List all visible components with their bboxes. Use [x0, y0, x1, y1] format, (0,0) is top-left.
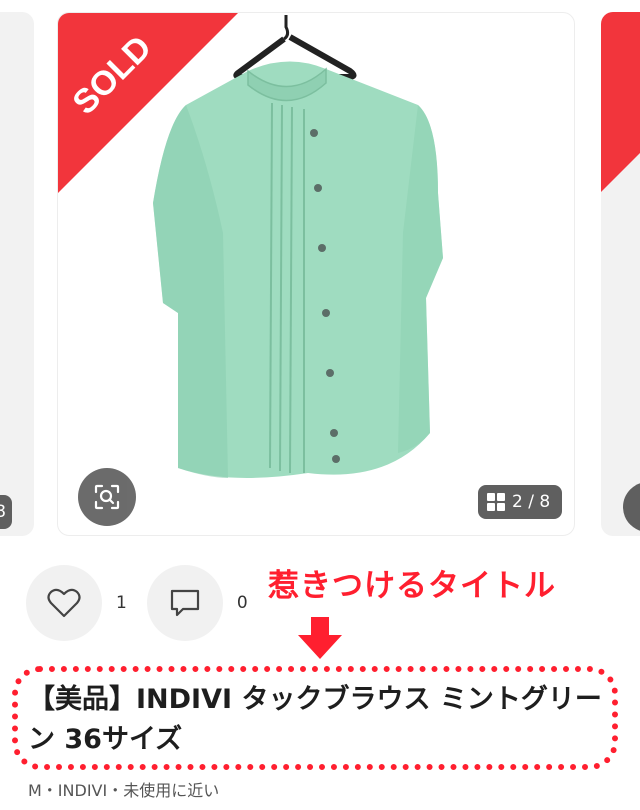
likes-count: 1 — [116, 593, 127, 613]
image-carousel[interactable]: 8 SOLD 2 / 8 — [0, 0, 640, 540]
zoom-button[interactable] — [78, 468, 136, 526]
catchphrase-annotation: 惹きつけるタイトル — [268, 568, 556, 604]
comment-button[interactable] — [146, 565, 223, 641]
image-counter[interactable]: 2 / 8 — [478, 485, 563, 519]
comment-icon — [170, 589, 199, 617]
grid-icon — [487, 493, 505, 511]
zoom-icon — [94, 484, 120, 510]
product-title: 【美品】INDIVI タックブラウス ミントグリーン 36サイズ — [28, 684, 602, 755]
prev-image-counter: 8 — [0, 495, 12, 529]
next-zoom-button[interactable] — [623, 482, 640, 532]
image-counter-label: 2 / 8 — [512, 492, 551, 512]
sold-banner: SOLD — [58, 13, 238, 193]
next-product-card[interactable] — [601, 12, 640, 536]
like-button[interactable] — [26, 565, 102, 641]
heart-icon — [47, 588, 81, 618]
product-subtitle: M・INDIVI・未使用に近い — [28, 781, 220, 800]
down-arrow-icon — [298, 617, 342, 659]
prev-product-card[interactable]: 8 — [0, 12, 34, 536]
next-sold-banner — [601, 12, 640, 192]
comments-count: 0 — [236, 593, 248, 613]
action-bar: 1 0 — [26, 565, 268, 641]
main-product-image[interactable]: SOLD 2 / 8 — [57, 12, 575, 536]
